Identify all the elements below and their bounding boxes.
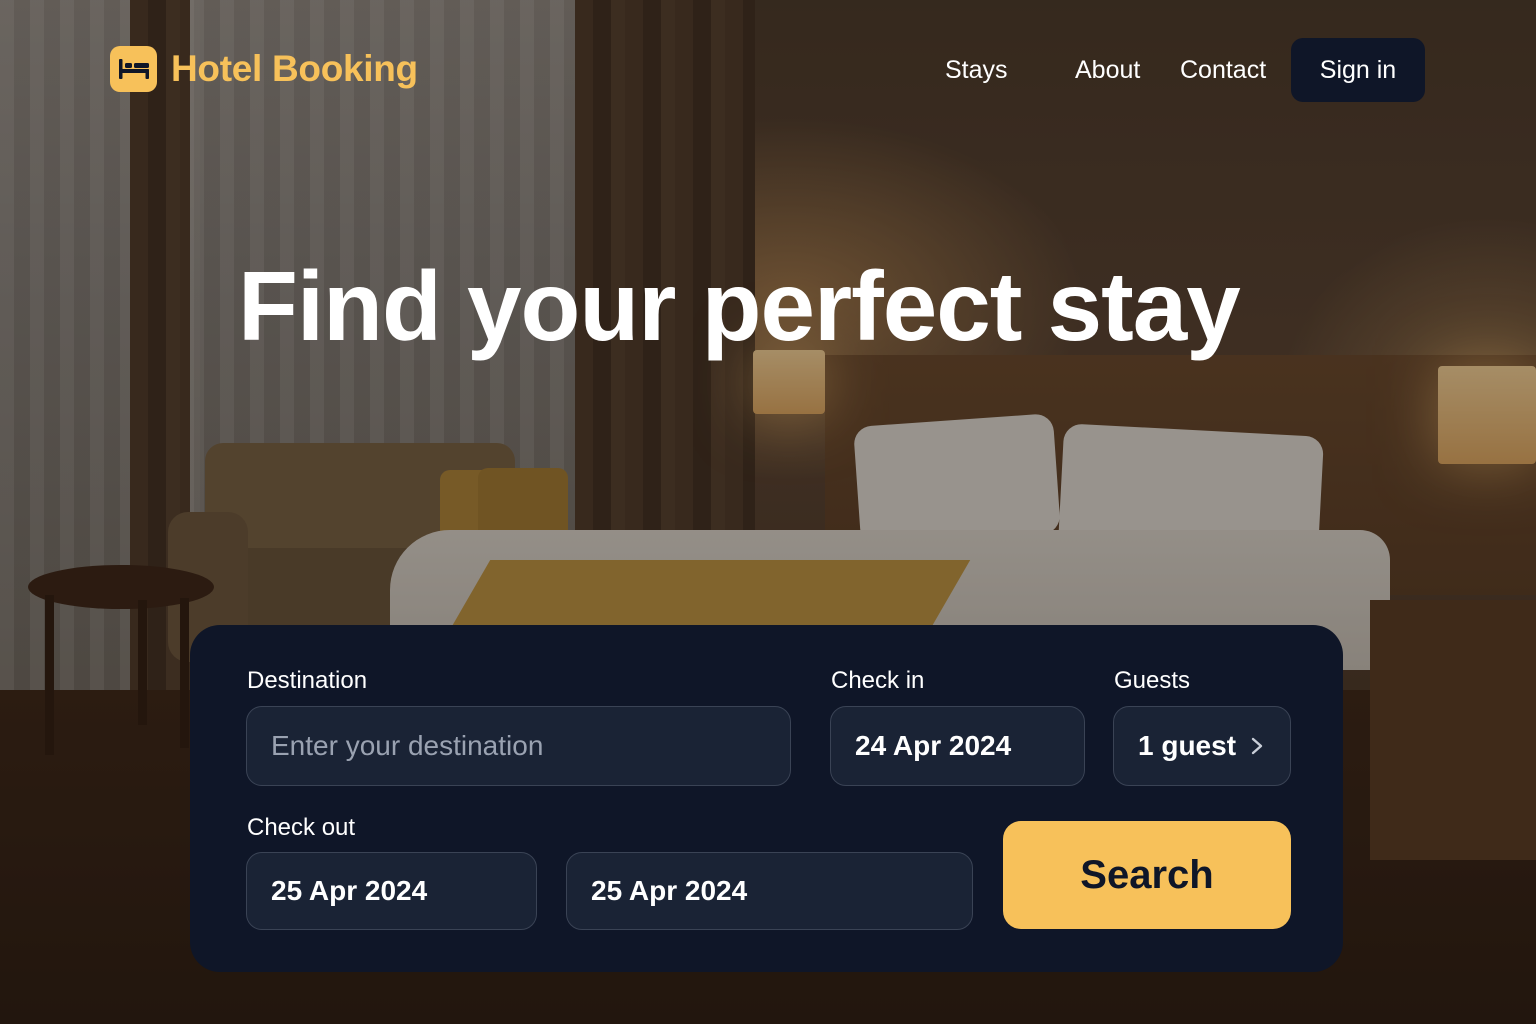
guests-value: 1 guest: [1138, 730, 1237, 761]
nav-link-contact[interactable]: Contact: [1180, 56, 1266, 85]
brand-name: Hotel Booking: [171, 48, 418, 89]
destination-input[interactable]: Enter your destination: [246, 706, 791, 786]
checkin-label: Check in: [831, 667, 925, 694]
guests-label: Guests: [1114, 667, 1191, 694]
sign-in-button[interactable]: Sign in: [1291, 38, 1425, 102]
nav-link-about[interactable]: About: [1075, 56, 1140, 85]
guests-selector[interactable]: 1 guest: [1113, 706, 1291, 786]
checkout-value: 25 Apr 2024: [271, 875, 428, 906]
checkin-field[interactable]: 24 Apr 2024: [830, 706, 1085, 786]
destination-label: Destination: [247, 667, 368, 694]
nav-link-stays[interactable]: Stays: [945, 56, 1008, 85]
hero-title: Find your perfect stay: [238, 251, 1241, 361]
secondary-date-field[interactable]: 25 Apr 2024: [566, 852, 973, 930]
search-button[interactable]: Search: [1003, 821, 1291, 929]
bed-icon: [110, 46, 157, 92]
brand-logo[interactable]: Hotel Booking: [110, 46, 418, 92]
checkout-field[interactable]: 25 Apr 2024: [246, 852, 537, 930]
checkin-value: 24 Apr 2024: [855, 730, 1012, 761]
chevron-right-icon: [1250, 736, 1264, 756]
secondary-date-value: 25 Apr 2024: [591, 875, 748, 906]
checkout-label: Check out: [247, 814, 356, 841]
destination-placeholder: Enter your destination: [271, 730, 544, 761]
